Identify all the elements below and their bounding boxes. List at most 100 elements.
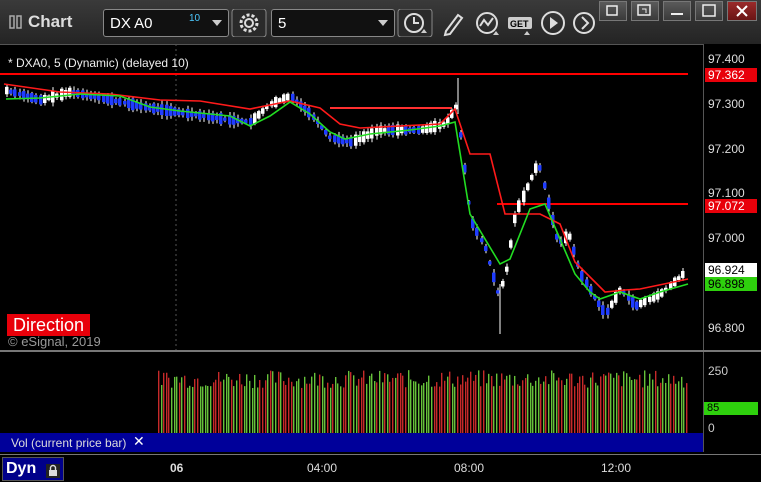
get-data-button[interactable]: GET bbox=[507, 9, 537, 37]
time-template-button[interactable] bbox=[397, 8, 433, 38]
volume-study-label[interactable]: Vol (current price bar) bbox=[11, 436, 126, 450]
volume-bar bbox=[514, 375, 516, 433]
volume-bar bbox=[540, 383, 542, 433]
close-study-icon[interactable]: ✕ bbox=[133, 433, 145, 450]
price-label: 97.100 bbox=[708, 186, 745, 200]
volume-bar bbox=[504, 379, 506, 433]
volume-bar bbox=[629, 376, 631, 433]
price-label: 97.200 bbox=[708, 142, 745, 156]
volume-bar bbox=[418, 383, 420, 433]
candle-body bbox=[543, 182, 547, 189]
volume-bar bbox=[306, 383, 308, 433]
candle-body bbox=[223, 117, 227, 121]
volume-current-tag: 85 bbox=[704, 402, 758, 415]
volume-bar bbox=[337, 383, 339, 433]
direction-button[interactable]: Direction bbox=[7, 314, 91, 336]
chevron-down-icon[interactable] bbox=[212, 20, 222, 26]
candle-body bbox=[648, 296, 652, 303]
lock-icon[interactable] bbox=[46, 464, 60, 478]
draw-tool-button[interactable] bbox=[438, 9, 468, 37]
maximize-button[interactable] bbox=[695, 1, 723, 21]
volume-bar bbox=[311, 376, 313, 433]
volume-bar bbox=[473, 380, 475, 433]
candle-body bbox=[610, 300, 614, 308]
volume-bar bbox=[662, 378, 664, 433]
chart-app-icon bbox=[9, 15, 22, 29]
link-window-button[interactable] bbox=[599, 1, 627, 21]
price-pane[interactable] bbox=[0, 44, 703, 350]
volume-bar bbox=[246, 374, 248, 433]
volume-bar bbox=[564, 384, 566, 433]
symbol-input[interactable]: DX A0 10 bbox=[103, 9, 229, 37]
time-axis[interactable]: Dyn 06 04:00 08:00 12:00 bbox=[0, 454, 761, 482]
volume-bar bbox=[187, 387, 189, 433]
volume-bar bbox=[213, 382, 215, 433]
volume-bar bbox=[278, 371, 280, 433]
chevron-right-icon bbox=[573, 12, 595, 34]
close-icon bbox=[736, 5, 748, 17]
volume-bar bbox=[558, 377, 560, 433]
volume-bar bbox=[168, 377, 170, 433]
candle-body bbox=[43, 94, 47, 104]
volume-bar bbox=[642, 387, 644, 433]
volume-bar bbox=[509, 374, 511, 433]
candle-body bbox=[123, 101, 127, 105]
pencil-icon bbox=[443, 13, 464, 37]
volume-bar bbox=[327, 382, 329, 433]
maximize-icon bbox=[702, 4, 716, 17]
volume-pane[interactable] bbox=[0, 352, 703, 433]
play-button[interactable] bbox=[540, 9, 568, 37]
interval-select[interactable]: 5 bbox=[271, 9, 395, 37]
candle-body bbox=[186, 108, 190, 119]
volume-bar bbox=[538, 377, 540, 433]
candle-body bbox=[60, 88, 64, 101]
volume-bar bbox=[452, 383, 454, 433]
volume-bar bbox=[413, 381, 415, 433]
volume-bar bbox=[553, 373, 555, 433]
volume-bar bbox=[597, 385, 599, 433]
volume-bar bbox=[652, 379, 654, 433]
minimize-icon bbox=[671, 13, 683, 15]
candles-group bbox=[5, 78, 685, 334]
volume-bar bbox=[291, 381, 293, 433]
close-button[interactable] bbox=[727, 1, 757, 21]
volume-bar bbox=[231, 379, 233, 433]
candle-body bbox=[509, 240, 513, 248]
volume-bar bbox=[254, 374, 256, 433]
volume-bar bbox=[353, 375, 355, 433]
candle-body bbox=[572, 246, 576, 255]
candle-body bbox=[328, 135, 332, 139]
volume-bar bbox=[363, 370, 365, 433]
volume-bar bbox=[582, 375, 584, 433]
more-button[interactable] bbox=[572, 9, 598, 37]
candle-body bbox=[631, 297, 635, 308]
volume-bar bbox=[161, 384, 163, 433]
volume-bar bbox=[223, 379, 225, 433]
candle-body bbox=[538, 165, 542, 171]
price-label: 97.400 bbox=[708, 52, 745, 66]
volume-bar bbox=[358, 378, 360, 433]
volume-bar bbox=[590, 377, 592, 433]
dynamic-mode-button[interactable]: Dyn bbox=[2, 457, 64, 481]
candle-body bbox=[345, 139, 349, 144]
candle-body bbox=[333, 135, 337, 143]
volume-bar bbox=[233, 386, 235, 433]
candle-body bbox=[526, 183, 530, 191]
restore-window-button[interactable] bbox=[631, 1, 659, 21]
volume-bar bbox=[395, 377, 397, 433]
volume-bar bbox=[392, 377, 394, 433]
price-axis[interactable]: 97.400 97.362 97.300 97.200 97.100 97.07… bbox=[703, 44, 761, 350]
volume-bar bbox=[488, 373, 490, 433]
chevron-down-icon[interactable] bbox=[378, 20, 388, 26]
candle-body bbox=[362, 131, 366, 143]
candle-body bbox=[261, 108, 265, 114]
studies-button[interactable] bbox=[472, 9, 504, 37]
volume-bar bbox=[374, 381, 376, 433]
candle-body bbox=[39, 95, 43, 105]
restore-icon bbox=[637, 4, 651, 16]
settings-button[interactable] bbox=[231, 8, 267, 38]
volume-bar bbox=[621, 386, 623, 433]
volume-bar bbox=[512, 385, 514, 433]
minimize-button[interactable] bbox=[663, 1, 691, 21]
volume-bar bbox=[158, 370, 160, 433]
